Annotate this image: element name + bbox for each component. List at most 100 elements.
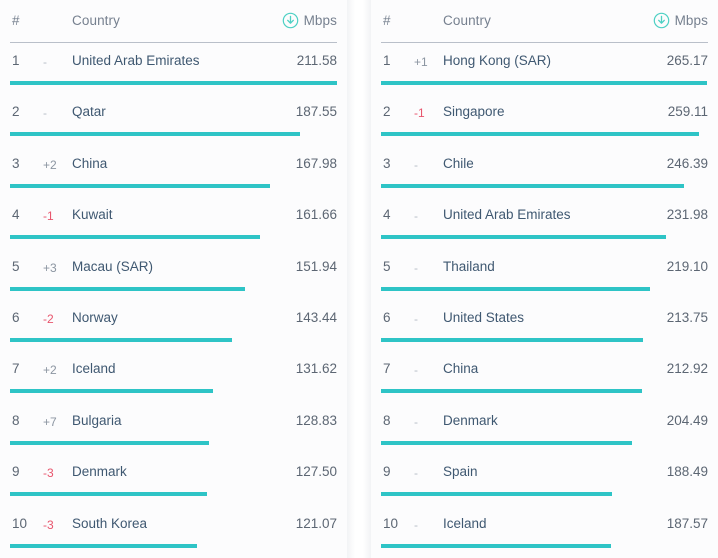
- row-country[interactable]: Spain: [443, 464, 478, 480]
- row-rank: 9: [383, 464, 391, 480]
- row-country[interactable]: China: [443, 361, 478, 377]
- row-rank-change: -3: [43, 466, 54, 481]
- column-header-mbps[interactable]: Mbps: [653, 12, 708, 29]
- row-speed-value: 231.98: [666, 207, 708, 223]
- row-rank-change: -1: [414, 106, 425, 121]
- table-row[interactable]: 10 -3 South Korea 121.07: [0, 506, 347, 557]
- column-header-country[interactable]: Country: [72, 13, 120, 28]
- table-row[interactable]: 2 -1 Singapore 259.11: [371, 94, 718, 145]
- row-speed-bar: [381, 235, 666, 240]
- row-speed-value: 213.75: [666, 310, 708, 325]
- row-rank-change: -: [414, 517, 418, 532]
- row-speed-value: 128.83: [295, 412, 337, 428]
- row-country[interactable]: Bulgaria: [72, 413, 122, 429]
- table-row[interactable]: 4 - United Arab Emirates 231.98: [371, 197, 718, 248]
- table-row[interactable]: 10- Iceland 187.57: [371, 506, 718, 557]
- row-country[interactable]: Iceland: [72, 361, 116, 377]
- table-row[interactable]: 8 +7 Bulgaria 128.83: [0, 403, 347, 454]
- table-row[interactable]: 7 - China 212.92: [371, 351, 718, 402]
- row-rank-change: -: [414, 363, 418, 378]
- row-rank-change: +3: [43, 260, 57, 275]
- download-circle-icon: [282, 12, 299, 29]
- table-row[interactable]: 5 +3 Macau (SAR) 151.94: [0, 249, 347, 300]
- row-country[interactable]: Macau (SAR): [72, 259, 153, 275]
- row-rank-change: -2: [43, 312, 54, 326]
- row-rank: 7: [12, 361, 20, 377]
- row-rank: 10: [12, 515, 28, 531]
- table-row[interactable]: 2 - Qatar 187.55: [0, 94, 347, 145]
- table-row[interactable]: 1 - United Arab Emirates 211.58: [0, 43, 347, 94]
- ranking-panel-broadband: # Country Mbps 1 +1 Hong Kong (SAR) 265.17 2…: [371, 0, 718, 558]
- row-country[interactable]: Denmark: [443, 413, 498, 429]
- table-row[interactable]: 8 - Denmark 204.49: [371, 403, 718, 454]
- row-country[interactable]: China: [72, 156, 107, 172]
- row-speed-bar: [10, 543, 197, 548]
- column-header-mbps-label: Mbps: [674, 13, 708, 28]
- row-rank-change: -1: [43, 209, 54, 224]
- column-header-rank[interactable]: #: [12, 13, 20, 28]
- row-rank-change: -: [414, 312, 418, 326]
- row-speed-bar: [10, 440, 209, 445]
- row-speed-value: 121.07: [295, 515, 337, 531]
- row-rank: 5: [12, 258, 20, 274]
- column-header-rank[interactable]: #: [383, 13, 391, 28]
- row-country[interactable]: Kuwait: [72, 207, 113, 223]
- table-row[interactable]: 9 - Spain 188.49: [371, 454, 718, 505]
- row-rank: 4: [383, 207, 391, 223]
- row-rank: 9: [12, 464, 20, 480]
- row-speed-bar: [381, 286, 650, 291]
- row-speed-bar: [10, 286, 245, 291]
- row-speed-bar: [10, 183, 270, 188]
- row-country[interactable]: Hong Kong (SAR): [443, 53, 551, 69]
- row-rank: 3: [383, 155, 391, 171]
- column-header-country[interactable]: Country: [443, 13, 491, 28]
- row-speed-value: 143.44: [295, 310, 337, 325]
- row-speed-bar: [10, 492, 207, 497]
- table-header: # Country Mbps: [0, 0, 347, 43]
- table-row[interactable]: 7 +2 Iceland 131.62: [0, 351, 347, 402]
- table-row[interactable]: 3 - Chile 246.39: [371, 146, 718, 197]
- row-country[interactable]: Chile: [443, 156, 474, 172]
- row-rank-change: -: [414, 466, 418, 481]
- row-rank: 1: [383, 53, 391, 68]
- row-speed-bar: [381, 440, 632, 445]
- row-speed-bar: [381, 132, 699, 137]
- row-country[interactable]: United States: [443, 310, 524, 326]
- row-rank-change: -: [414, 157, 418, 172]
- table-row[interactable]: 6 -2 Norway 143.44: [0, 300, 347, 351]
- table-row[interactable]: 5 - Thailand 219.10: [371, 249, 718, 300]
- row-rank: 6: [383, 310, 391, 325]
- table-row[interactable]: 1 +1 Hong Kong (SAR) 265.17: [371, 43, 718, 94]
- row-rank-change: -: [43, 55, 47, 69]
- row-rank: 2: [383, 104, 391, 120]
- row-rank: 6: [12, 310, 20, 325]
- row-country[interactable]: United Arab Emirates: [443, 207, 571, 223]
- row-country[interactable]: Qatar: [72, 104, 106, 120]
- row-country[interactable]: United Arab Emirates: [72, 53, 200, 69]
- row-country[interactable]: Norway: [72, 310, 118, 326]
- row-speed-value: 259.11: [667, 104, 708, 120]
- row-country[interactable]: Singapore: [443, 104, 505, 120]
- row-country[interactable]: Denmark: [72, 464, 127, 480]
- row-rank-change: +2: [43, 157, 57, 172]
- row-rank: 1: [12, 53, 20, 68]
- column-header-mbps-label: Mbps: [303, 13, 337, 28]
- row-rank: 10: [383, 515, 399, 531]
- row-rank: 3: [12, 155, 20, 171]
- row-country[interactable]: South Korea: [72, 516, 147, 532]
- table-row[interactable]: 3 +2 China 167.98: [0, 146, 347, 197]
- table-row[interactable]: 4 -1 Kuwait 161.66: [0, 197, 347, 248]
- row-speed-bar: [10, 81, 337, 85]
- column-header-mbps[interactable]: Mbps: [282, 12, 337, 29]
- row-speed-bar: [381, 492, 612, 497]
- row-rank-change: -: [414, 414, 418, 429]
- table-header: # Country Mbps: [371, 0, 718, 43]
- ranking-panel-mobile: # Country Mbps 1 - United Arab Emirates 211…: [0, 0, 347, 558]
- row-country[interactable]: Thailand: [443, 259, 495, 275]
- row-country[interactable]: Iceland: [443, 516, 487, 532]
- row-rank-change: +7: [43, 414, 57, 429]
- table-row[interactable]: 9 -3 Denmark 127.50: [0, 454, 347, 505]
- row-rank-change: +2: [43, 363, 57, 378]
- row-speed-bar: [381, 543, 611, 548]
- table-row[interactable]: 6 - United States 213.75: [371, 300, 718, 351]
